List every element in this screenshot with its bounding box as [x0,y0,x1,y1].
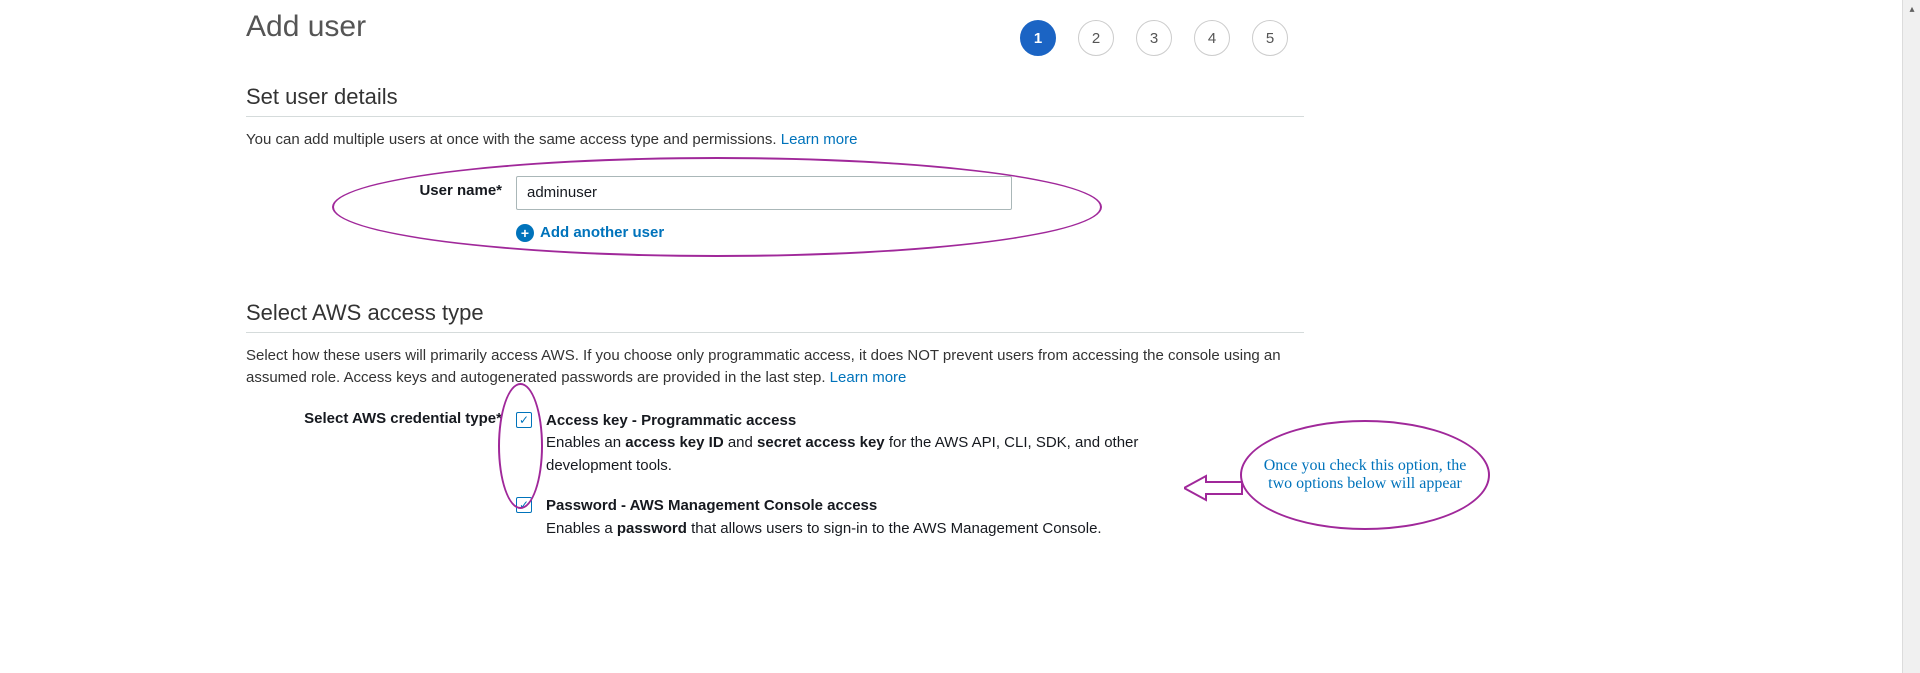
username-input[interactable] [516,176,1012,210]
credential-option-programmatic[interactable]: ✓ Access key - Programmatic access Enabl… [516,410,1304,478]
step-3[interactable]: 3 [1136,20,1172,56]
section-desc-access: Select how these users will primarily ac… [246,345,1304,390]
cred-desc-programmatic: Enables an access key ID and secret acce… [546,432,1146,477]
scrollbar-track[interactable]: ▴ [1902,0,1920,673]
checkbox-programmatic[interactable]: ✓ [516,412,532,428]
step-5[interactable]: 5 [1252,20,1288,56]
step-1[interactable]: 1 [1020,20,1056,56]
add-another-user-button[interactable]: + Add another user [516,224,1304,242]
divider [246,332,1304,333]
username-label: User name* [246,176,516,199]
cred-desc-console: Enables a password that allows users to … [546,518,1102,541]
section-desc-details: You can add multiple users at once with … [246,129,1304,152]
step-2[interactable]: 2 [1078,20,1114,56]
checkbox-console[interactable]: ✓ [516,497,532,513]
credential-option-console[interactable]: ✓ Password - AWS Management Console acce… [516,495,1304,540]
credential-type-label: Select AWS credential type* [246,410,516,427]
learn-more-link-access[interactable]: Learn more [830,369,907,386]
cred-title-programmatic: Access key - Programmatic access [546,410,1146,433]
learn-more-link[interactable]: Learn more [781,131,858,148]
divider [246,116,1304,117]
scroll-up-icon[interactable]: ▴ [1903,0,1920,18]
access-desc-text: Select how these users will primarily ac… [246,347,1281,387]
plus-circle-icon: + [516,224,534,242]
section-title-details: Set user details [246,84,1304,110]
details-desc-text: You can add multiple users at once with … [246,131,781,148]
add-another-label: Add another user [540,224,664,241]
section-title-access: Select AWS access type [246,300,1304,326]
wizard-stepper: 1 2 3 4 5 [1020,20,1288,56]
step-4[interactable]: 4 [1194,20,1230,56]
cred-title-console: Password - AWS Management Console access [546,495,1102,518]
